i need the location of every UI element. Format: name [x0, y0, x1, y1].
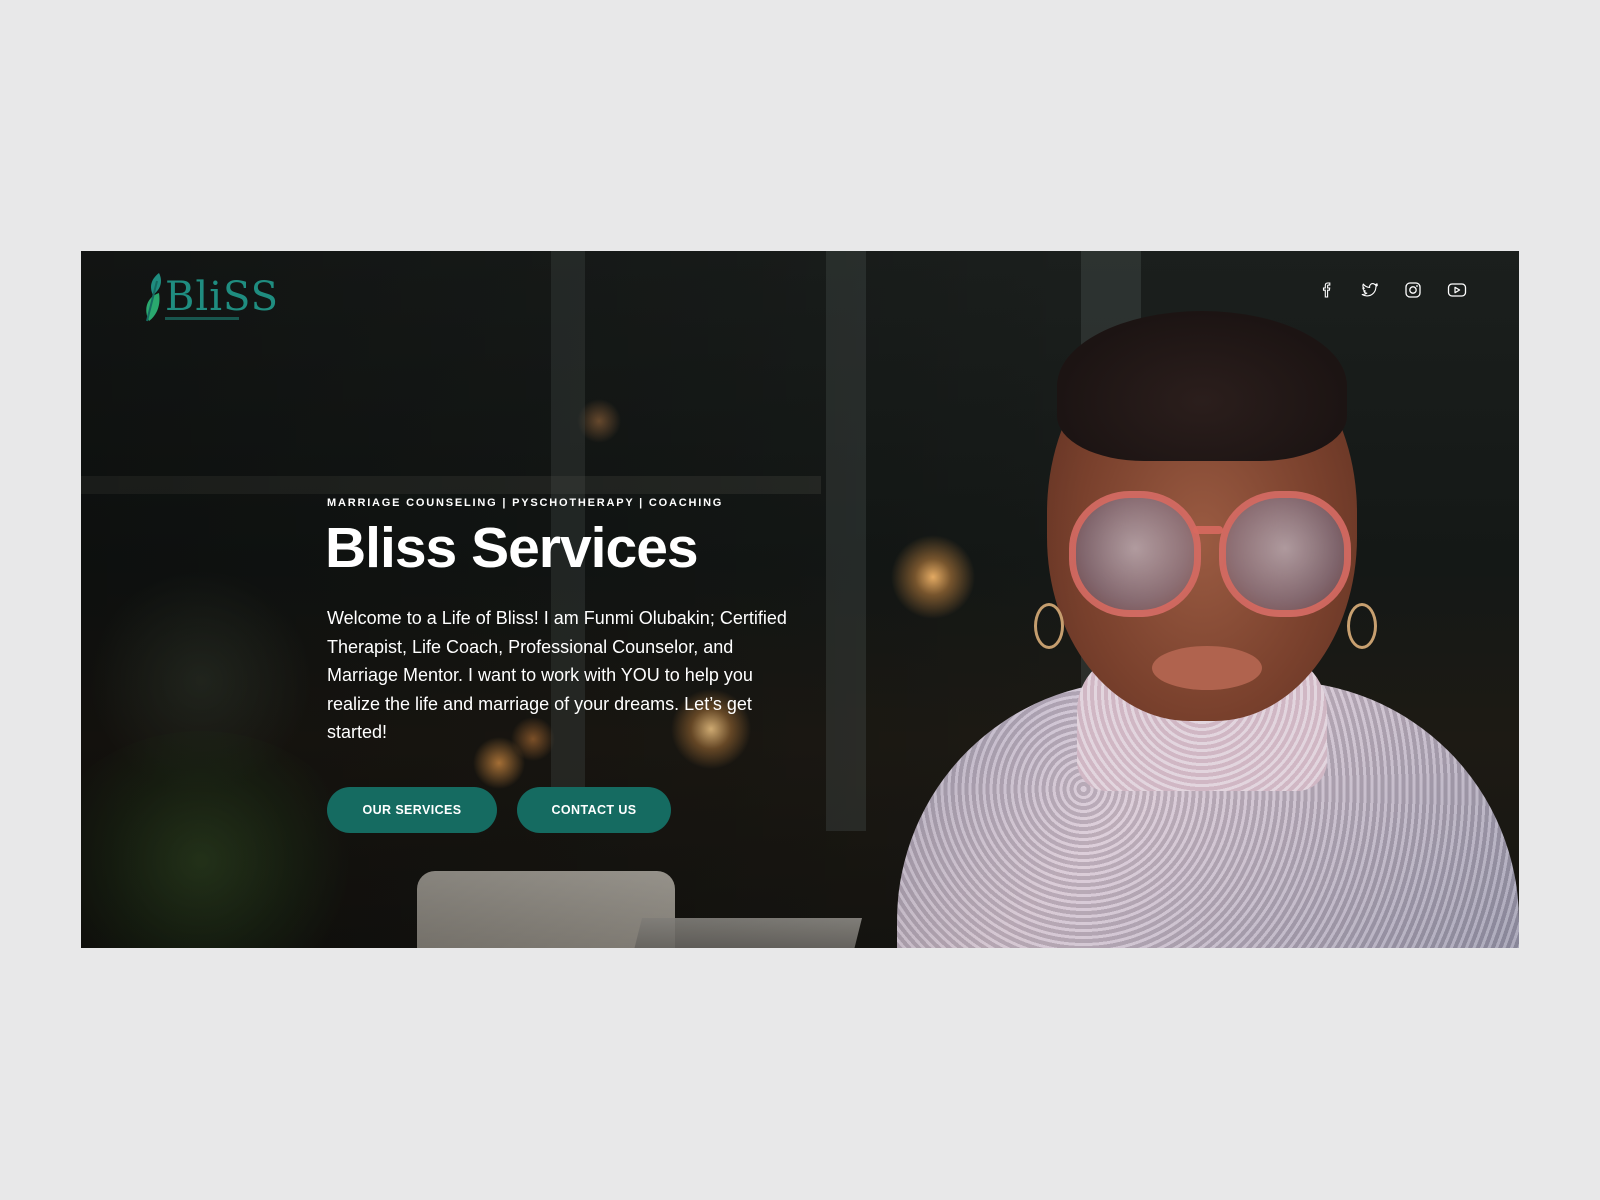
facebook-icon [1322, 282, 1331, 298]
hero-kicker: MARRIAGE COUNSELING | PYSCHOTHERAPY | CO… [327, 497, 724, 509]
site-logo[interactable]: BliSS [141, 271, 278, 323]
logo-tagline-line [165, 317, 239, 320]
twitter-icon [1361, 283, 1379, 297]
instagram-icon [1405, 282, 1421, 298]
youtube-link[interactable] [1447, 281, 1467, 299]
contact-us-button[interactable]: CONTACT US [517, 787, 671, 833]
hero-title: Bliss Services [325, 516, 699, 580]
our-services-button[interactable]: OUR SERVICES [327, 787, 497, 833]
background-overlay [81, 251, 1519, 948]
youtube-icon [1447, 283, 1467, 297]
hero-intro: Welcome to a Life of Bliss! I am Funmi O… [327, 608, 787, 742]
instagram-link[interactable] [1404, 281, 1422, 299]
facebook-link[interactable] [1318, 281, 1336, 299]
twitter-link[interactable] [1361, 281, 1379, 299]
social-links [1318, 281, 1467, 299]
logo-wordmark: BliSS [165, 274, 280, 320]
hero-section: BliSS MARRIAGE COUNSELING | PYSCHOTHERAP… [81, 251, 1519, 948]
